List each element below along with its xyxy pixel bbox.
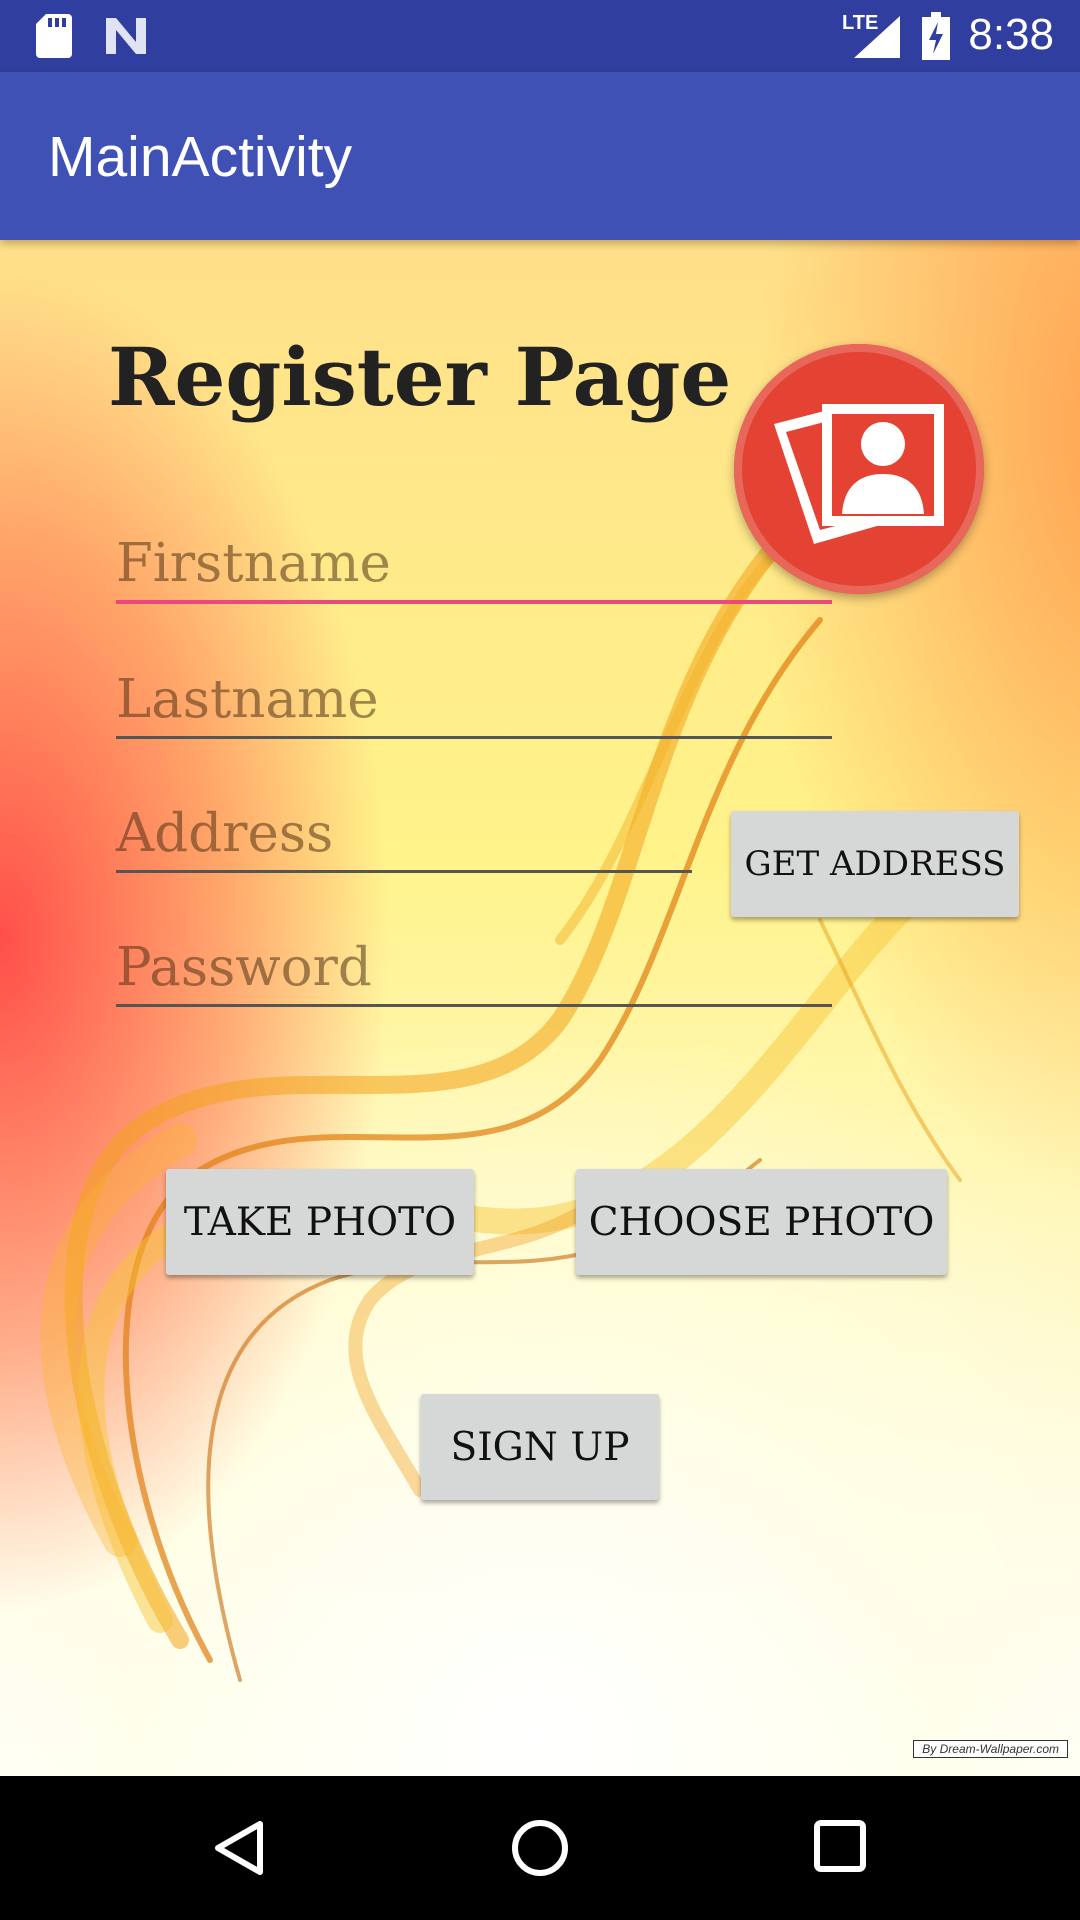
app-bar: MainActivity xyxy=(0,72,1080,240)
get-address-button[interactable]: GET ADDRESS xyxy=(731,811,1019,917)
wallpaper-watermark: By Dream-Wallpaper.com xyxy=(913,1740,1068,1758)
lastname-field[interactable]: Lastname xyxy=(116,666,832,739)
firstname-field[interactable]: Firstname xyxy=(116,530,832,604)
back-icon[interactable] xyxy=(210,1818,270,1878)
status-time: 8:38 xyxy=(968,10,1054,59)
sign-up-button[interactable]: SIGN UP xyxy=(421,1394,659,1500)
n-notification-icon xyxy=(106,18,146,54)
home-icon[interactable] xyxy=(510,1818,570,1878)
address-field[interactable]: Address xyxy=(116,800,692,873)
navigation-bar xyxy=(0,1776,1080,1920)
password-field[interactable]: Password xyxy=(116,934,832,1007)
register-content: Register Page Firstname Lastname Address… xyxy=(0,240,1080,1776)
app-title: MainActivity xyxy=(48,125,353,189)
address-placeholder: Address xyxy=(116,803,334,864)
battery-charging-icon xyxy=(922,12,950,60)
sd-card-icon xyxy=(36,14,72,58)
password-placeholder: Password xyxy=(116,937,372,998)
lastname-placeholder: Lastname xyxy=(116,669,379,730)
page-title: Register Page xyxy=(108,330,732,424)
status-bar: LTE 8:38 xyxy=(0,0,1080,72)
choose-photo-button[interactable]: CHOOSE PHOTO xyxy=(576,1169,947,1275)
firstname-placeholder: Firstname xyxy=(116,533,391,594)
take-photo-button[interactable]: TAKE PHOTO xyxy=(166,1169,474,1275)
recents-icon[interactable] xyxy=(812,1818,868,1874)
lte-signal-icon xyxy=(854,16,900,58)
